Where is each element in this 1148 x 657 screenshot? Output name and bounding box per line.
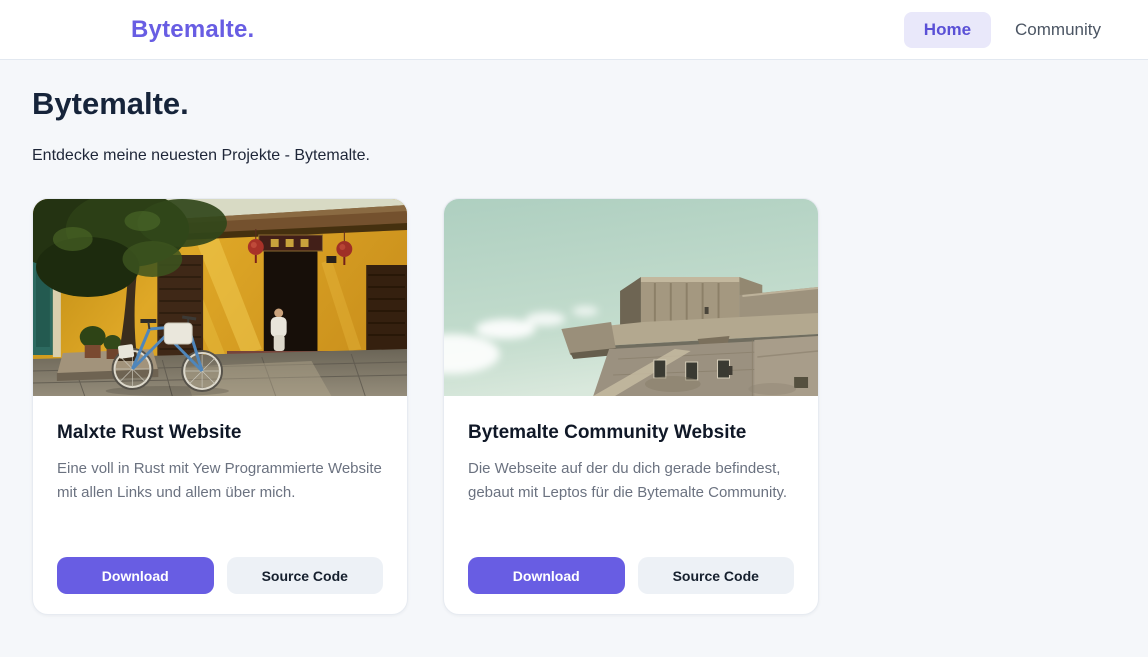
card-title: Bytemalte Community Website — [468, 422, 794, 444]
project-cards-row: Malxte Rust Website Eine voll in Rust mi… — [32, 198, 1116, 615]
source-code-button[interactable]: Source Code — [638, 557, 795, 594]
nav-item-community[interactable]: Community — [1001, 12, 1115, 48]
main-nav: Home Community — [904, 12, 1115, 48]
project-photo-hoi-an — [33, 199, 407, 396]
download-button[interactable]: Download — [468, 557, 625, 594]
nav-item-home[interactable]: Home — [904, 12, 991, 48]
card-buttons-row: Download Source Code — [57, 557, 383, 594]
card-description: Die Webseite auf der du dich gerade befi… — [468, 457, 794, 505]
download-button[interactable]: Download — [57, 557, 214, 594]
source-code-button[interactable]: Source Code — [227, 557, 384, 594]
project-card-malxte-rust: Malxte Rust Website Eine voll in Rust mi… — [32, 198, 408, 615]
card-body: Malxte Rust Website Eine voll in Rust mi… — [33, 396, 407, 614]
card-body: Bytemalte Community Website Die Webseite… — [444, 396, 818, 614]
project-card-community: Bytemalte Community Website Die Webseite… — [443, 198, 819, 615]
card-title: Malxte Rust Website — [57, 422, 383, 444]
page-subtitle: Entdecke meine neuesten Projekte - Bytem… — [32, 147, 1116, 165]
top-navbar: Bytemalte. Home Community — [0, 0, 1148, 60]
card-description: Eine voll in Rust mit Yew Programmierte … — [57, 457, 383, 505]
card-buttons-row: Download Source Code — [468, 557, 794, 594]
main-content: Bytemalte. Entdecke meine neuesten Proje… — [0, 60, 1148, 615]
page-title: Bytemalte. — [32, 87, 1116, 121]
site-logo[interactable]: Bytemalte. — [131, 16, 254, 44]
project-photo-brutalist-building — [444, 199, 818, 396]
